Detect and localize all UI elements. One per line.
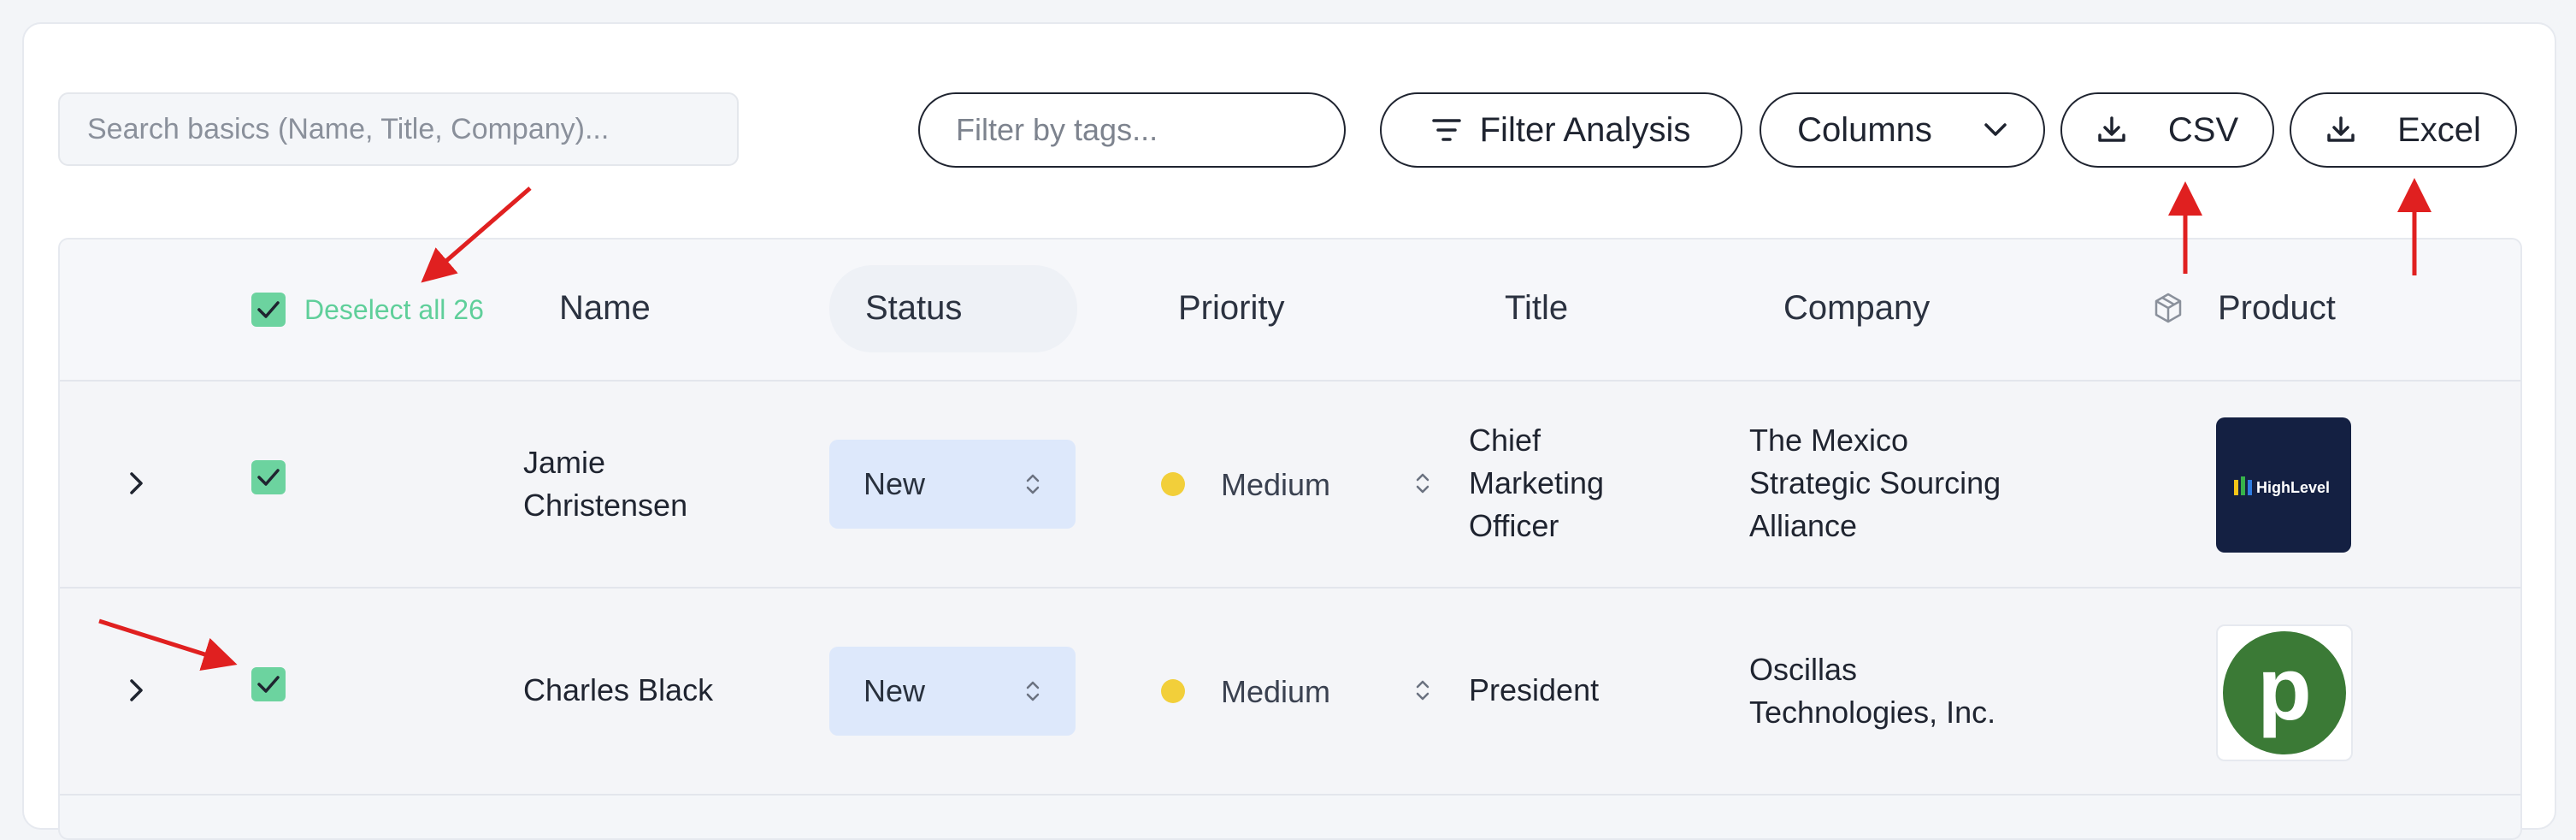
row-checkbox[interactable] [251,460,286,494]
filter-icon [1431,119,1461,141]
select-all-checkbox[interactable] [251,293,286,327]
deselect-all-link[interactable]: Deselect all 26 [304,294,484,326]
csv-export-button[interactable]: CSV [2060,92,2274,168]
column-header-priority[interactable]: Priority [1178,289,1284,328]
chevron-down-icon [1984,123,2007,136]
column-header-company[interactable]: Company [1783,289,1930,328]
product-logo-highlevel[interactable]: HighLevel [2216,417,2351,553]
leads-table: Deselect all 26 Name Status Priority Tit… [58,238,2522,840]
excel-label: Excel [2397,110,2481,149]
sort-icon[interactable] [1414,677,1431,703]
columns-label: Columns [1797,110,1932,149]
status-select[interactable]: New [829,440,1076,529]
columns-dropdown[interactable]: Columns [1760,92,2045,168]
priority-dot [1161,679,1185,703]
excel-export-button[interactable]: Excel [2290,92,2517,168]
row-name-line: Christensen [523,488,688,523]
highlevel-logo-icon: HighLevel [2234,476,2330,496]
row-name: Charles Black [523,672,714,707]
row-checkbox[interactable] [251,667,286,701]
download-icon [2327,116,2355,142]
filter-analysis-label: Filter Analysis [1479,110,1691,149]
status-select[interactable]: New [829,647,1076,736]
row-company-line: The Mexico [1749,423,1909,458]
row-company: The Mexico Strategic Sourcing Alliance [1749,419,2001,547]
checkmark-icon [257,676,280,693]
priority-dot [1161,472,1185,496]
row-title-line: Marketing [1469,465,1605,500]
table-header: Deselect all 26 Name Status Priority Tit… [60,240,2520,382]
row-company-line: Alliance [1749,508,1858,543]
row-title-line: Chief [1469,423,1541,458]
priority-value[interactable]: Medium [1221,467,1330,503]
row-title: Chief Marketing Officer [1469,419,1604,547]
tag-filter[interactable] [918,92,1346,168]
column-header-title[interactable]: Title [1505,289,1568,328]
row-company-line: Technologies, Inc. [1749,695,1996,730]
table-row[interactable]: Jamie Christensen New Medium Chief Marke… [60,382,2520,589]
tag-filter-input[interactable] [954,111,1344,149]
chevron-right-icon[interactable] [128,470,145,496]
highlevel-logo-text: HighLevel [2256,479,2330,496]
row-company: Oscillas Technologies, Inc. [1749,648,1995,734]
csv-label: CSV [2167,110,2239,149]
sort-icon[interactable] [1414,470,1431,496]
status-value: New [864,466,926,501]
row-name-line: Jamie [523,445,606,480]
pipedrive-logo-icon: p [2223,631,2346,754]
row-company-line: Oscillas [1749,652,1858,687]
checkmark-icon [257,469,280,486]
status-value: New [864,673,926,708]
sort-icon [1026,681,1040,701]
row-title-line: Officer [1469,508,1559,543]
search-input[interactable] [85,111,711,147]
row-name: Jamie Christensen [523,441,687,527]
checkmark-icon [257,301,280,318]
column-header-product[interactable]: Product [2218,289,2336,328]
sort-icon [1026,474,1040,494]
filter-analysis-button[interactable]: Filter Analysis [1380,92,1742,168]
row-company-line: Strategic Sourcing [1749,465,2001,500]
download-icon [2098,116,2125,142]
p-logo-text: p [2257,640,2312,739]
column-header-name[interactable]: Name [559,289,651,328]
column-header-status[interactable]: Status [865,289,962,328]
search-box[interactable] [58,92,739,166]
product-logo-p[interactable]: p [2216,624,2353,761]
cube-icon [2155,293,2182,323]
chevron-right-icon[interactable] [128,677,145,703]
table-row[interactable]: Charles Black New Medium President Oscil… [60,589,2520,796]
priority-value[interactable]: Medium [1221,674,1330,710]
row-title: President [1469,672,1600,707]
